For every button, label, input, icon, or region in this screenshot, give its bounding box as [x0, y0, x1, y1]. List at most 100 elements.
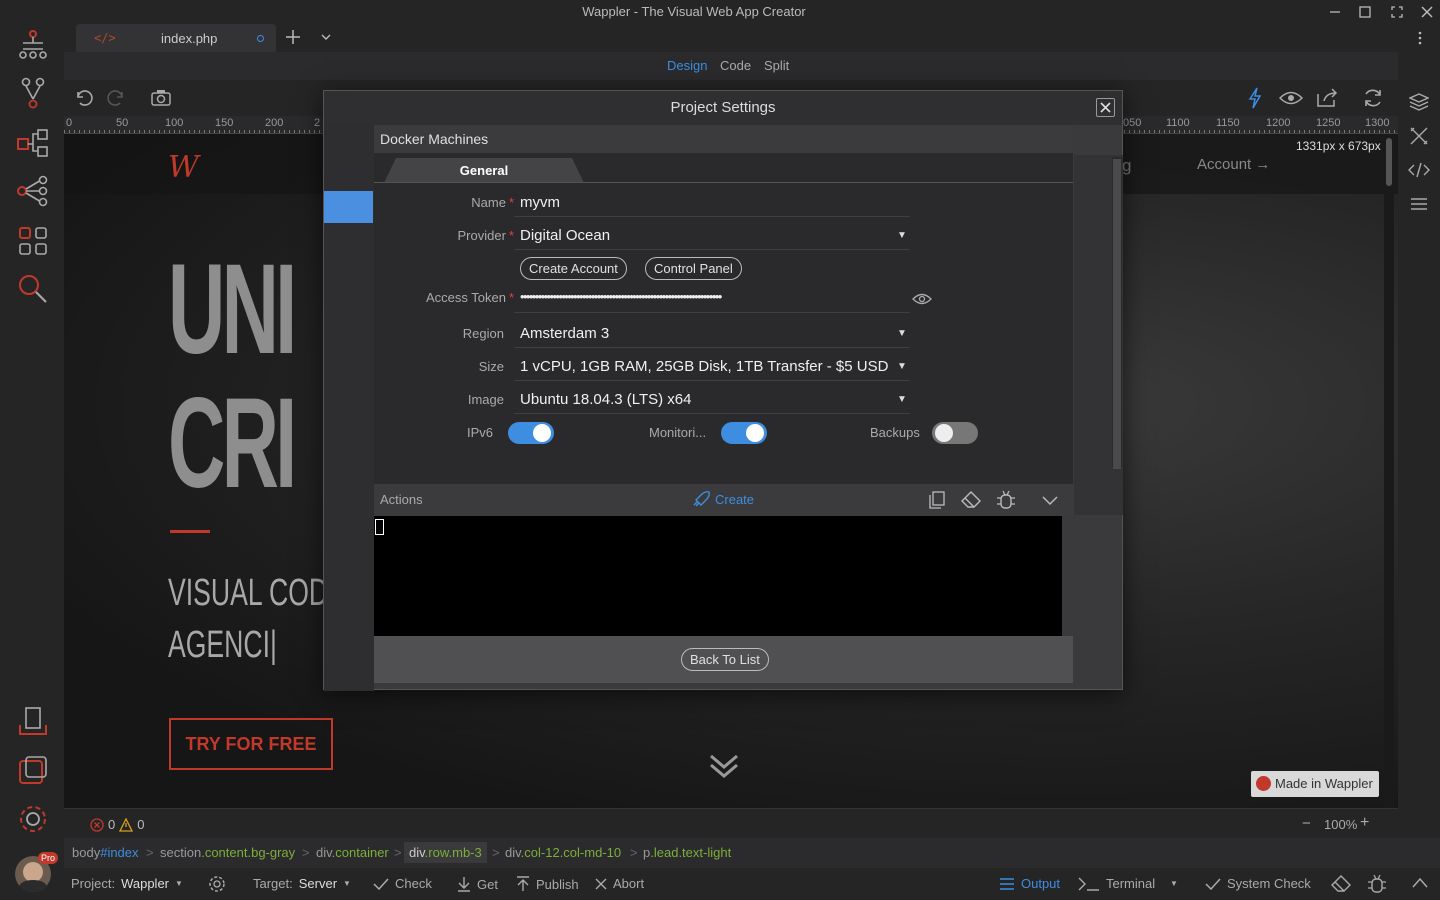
layers-icon[interactable] — [1409, 92, 1429, 112]
backups-toggle[interactable] — [932, 422, 978, 444]
search-icon[interactable] — [14, 270, 52, 308]
lightning-icon[interactable] — [1242, 86, 1268, 110]
git-icon[interactable] — [14, 74, 52, 112]
publish-manager-icon[interactable] — [14, 702, 52, 740]
breadcrumb-item[interactable]: p.lead.text-light — [643, 845, 731, 860]
zoom-out-icon[interactable]: − — [1302, 815, 1311, 832]
project-selector[interactable]: Project: Wappler ▼ — [71, 876, 183, 891]
mode-code[interactable]: Code — [720, 58, 751, 73]
preview-eye-icon[interactable] — [1278, 86, 1304, 110]
breadcrumb-separator: > — [630, 845, 638, 860]
maximize-icon[interactable] — [1354, 3, 1376, 21]
copy-icon[interactable] — [928, 491, 946, 509]
gear-icon[interactable] — [14, 800, 52, 838]
debug-icon[interactable] — [1367, 874, 1387, 894]
try-for-free-button[interactable]: TRY FOR FREE — [169, 718, 333, 770]
debug-icon[interactable] — [996, 490, 1016, 510]
mode-design[interactable]: Design — [667, 58, 707, 73]
ruler-label: 100 — [165, 117, 184, 129]
undo-icon[interactable] — [70, 86, 96, 110]
menu-icon[interactable] — [1409, 196, 1429, 212]
get-button[interactable]: Get — [457, 876, 498, 892]
open-in-browser-icon[interactable] — [1314, 86, 1340, 110]
output-tab[interactable]: Output — [999, 876, 1060, 891]
check-button[interactable]: Check — [373, 876, 432, 891]
minimize-icon[interactable] — [1324, 3, 1346, 21]
refresh-icon[interactable] — [1360, 86, 1386, 110]
tools-icon[interactable] — [1409, 126, 1429, 146]
resource-manager-icon[interactable] — [14, 752, 52, 790]
fullscreen-icon[interactable] — [1386, 3, 1408, 21]
size-select[interactable]: 1 vCPU, 1GB RAM, 25GB Disk, 1TB Transfer… — [520, 358, 890, 375]
components-icon[interactable] — [14, 222, 52, 260]
monitoring-label: Monitori... — [649, 425, 707, 440]
image-select[interactable]: Ubuntu 18.04.3 (LTS) x64 — [520, 391, 692, 408]
more-options-icon[interactable] — [1414, 30, 1426, 46]
chevron-down-icon[interactable] — [1041, 493, 1059, 507]
form-scroll-thumb[interactable] — [1113, 159, 1121, 469]
target-selector[interactable]: Target: Server ▼ — [253, 876, 351, 891]
breadcrumb-item[interactable]: div.container — [316, 845, 389, 860]
mode-split[interactable]: Split — [764, 58, 789, 73]
made-in-wappler-badge[interactable]: Made in Wappler — [1251, 771, 1379, 797]
terminal-icon — [1078, 877, 1099, 891]
back-to-list-button[interactable]: Back To List — [681, 648, 769, 671]
create-button[interactable]: Create — [692, 491, 754, 507]
tab-general[interactable]: General — [384, 158, 584, 183]
check-label: Check — [395, 876, 432, 891]
hero-heading-line2: CRI — [168, 372, 297, 515]
output-console[interactable] — [374, 516, 1062, 636]
provider-select[interactable]: Digital Ocean — [520, 227, 610, 244]
site-nav-partial: g — [1122, 156, 1132, 175]
upload-icon — [517, 876, 529, 891]
workflow-icon[interactable] — [14, 124, 52, 162]
abort-button[interactable]: Abort — [595, 876, 644, 891]
breadcrumb-item-active[interactable]: div.row.mb-3 — [404, 842, 487, 863]
name-input[interactable]: myvm — [520, 194, 910, 211]
create-account-button[interactable]: Create Account — [520, 257, 627, 280]
project-settings-gear-icon[interactable] — [208, 875, 226, 893]
form-scrollbar[interactable] — [1112, 157, 1122, 469]
breadcrumb-item[interactable]: div.col-12.col-md-10 — [505, 845, 621, 860]
system-check-button[interactable]: System Check — [1205, 876, 1311, 891]
site-logo: W — [168, 150, 199, 185]
problems-counter[interactable]: 0 0 — [90, 817, 144, 832]
settings-category-selected[interactable] — [324, 191, 373, 223]
eraser-icon[interactable] — [1331, 875, 1351, 893]
chevron-up-icon[interactable] — [1412, 876, 1428, 890]
tab-index-php[interactable]: </> index.php — [76, 24, 276, 52]
breadcrumb-item[interactable]: section.content.bg-gray — [160, 845, 295, 860]
scroll-down-icon[interactable] — [708, 752, 740, 780]
site-nav-account[interactable]: Account → — [1197, 156, 1270, 173]
app-structure-icon[interactable] — [14, 26, 52, 64]
canvas-scroll-thumb[interactable] — [1386, 138, 1392, 186]
breadcrumb-item[interactable]: body#index — [72, 845, 139, 860]
show-password-eye-icon[interactable] — [912, 292, 932, 306]
terminal-tab[interactable]: Terminal — [1078, 876, 1155, 891]
breadcrumb: body#index > section.content.bg-gray > d… — [64, 838, 1440, 868]
share-icon[interactable] — [14, 172, 52, 210]
console-scrollbar[interactable] — [1062, 516, 1073, 636]
abort-label: Abort — [613, 876, 645, 891]
control-panel-button[interactable]: Control Panel — [645, 257, 742, 280]
eraser-icon[interactable] — [961, 491, 981, 509]
new-tab-icon[interactable] — [284, 28, 302, 46]
canvas-scrollbar[interactable] — [1384, 134, 1394, 808]
access-token-input[interactable]: ••••••••••••••••••••••••••••••••••••••••… — [520, 289, 908, 304]
screenshot-icon[interactable] — [148, 86, 174, 110]
zoom-in-icon[interactable]: + — [1360, 814, 1369, 832]
monitoring-toggle[interactable] — [721, 422, 767, 444]
publish-button[interactable]: Publish — [516, 876, 579, 892]
ipv6-toggle[interactable] — [508, 422, 554, 444]
code-view-icon[interactable] — [1408, 160, 1430, 180]
region-select[interactable]: Amsterdam 3 — [520, 325, 609, 342]
terminal-dropdown-icon[interactable]: ▼ — [1170, 879, 1178, 888]
rocket-icon — [693, 491, 710, 507]
ruler-label: 150 — [215, 117, 234, 129]
ipv6-label: IPv6 — [467, 425, 494, 440]
dialog-close-button[interactable] — [1096, 98, 1115, 117]
close-icon[interactable] — [1416, 3, 1438, 21]
tabs-dropdown-icon[interactable] — [319, 30, 333, 44]
redo-icon[interactable] — [104, 86, 130, 110]
project-value: Wappler — [121, 876, 170, 891]
